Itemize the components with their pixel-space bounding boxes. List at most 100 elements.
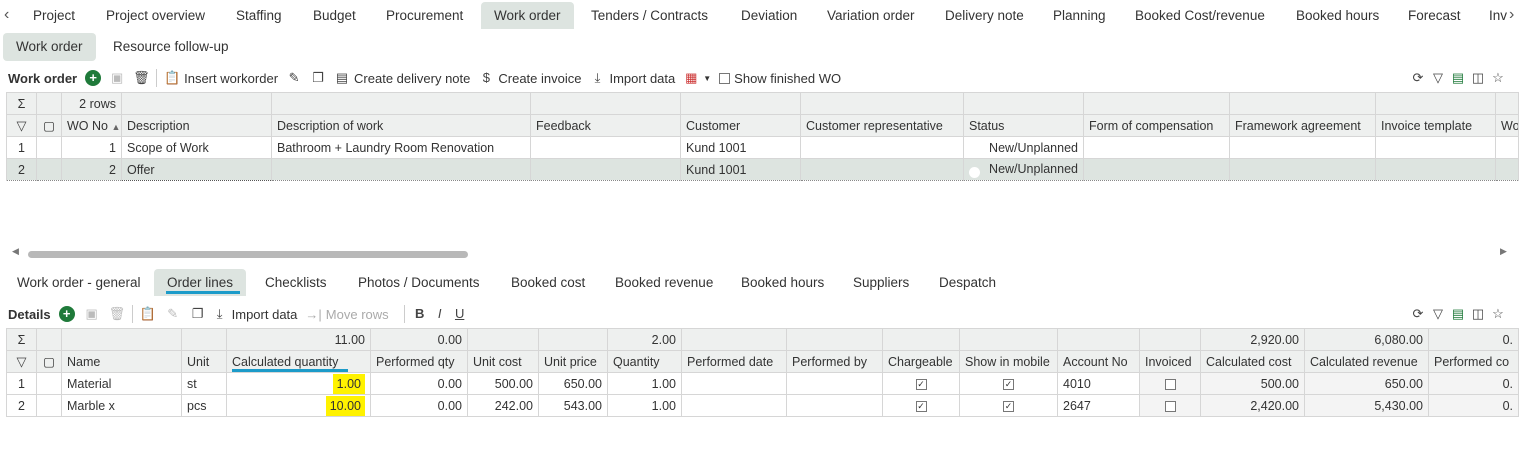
- cell-name[interactable]: Material: [61, 372, 182, 395]
- cell-performed-date[interactable]: [681, 372, 787, 395]
- cell-account-no[interactable]: 2647: [1057, 394, 1140, 417]
- tab-work-order[interactable]: Work order: [481, 2, 574, 29]
- column-header-performed-date[interactable]: Performed date: [681, 350, 787, 373]
- sum-icon[interactable]: Σ: [6, 92, 37, 115]
- copy-icon[interactable]: ❐: [310, 70, 326, 86]
- cell-feedback[interactable]: [530, 136, 681, 159]
- cell-performed-date[interactable]: [681, 394, 787, 417]
- cell-unit[interactable]: st: [181, 372, 227, 395]
- checkbox[interactable]: [719, 72, 731, 84]
- column-header-calculated-cost[interactable]: Calculated cost: [1200, 350, 1305, 373]
- tab-delivery-note[interactable]: Delivery note: [932, 2, 1037, 29]
- save-icon[interactable]: ▣: [109, 70, 125, 86]
- subtab-resource-follow-up[interactable]: Resource follow-up: [100, 33, 242, 61]
- filter-icon[interactable]: ▽: [1430, 306, 1446, 322]
- delete-icon[interactable]: 🗑: [133, 70, 150, 86]
- table-row[interactable]: 1 Material st 1.00 0.00 500.00 650.00 1.…: [6, 372, 1519, 395]
- scroll-right-icon[interactable]: ▶: [1500, 246, 1507, 257]
- table-row[interactable]: 1 1 Scope of Work Bathroom + Laundry Roo…: [6, 136, 1519, 159]
- tab-booked-hours[interactable]: Booked hours: [728, 269, 837, 296]
- column-header-quantity[interactable]: Quantity: [607, 350, 682, 373]
- column-header-unit[interactable]: Unit: [181, 350, 227, 373]
- refresh-icon[interactable]: ⟳: [1410, 306, 1426, 322]
- cell-calculated-quantity[interactable]: 1.00: [226, 372, 371, 395]
- subtab-work-order[interactable]: Work order: [3, 33, 96, 61]
- columns-icon[interactable]: ◫: [1470, 306, 1486, 322]
- cell-show-in-mobile[interactable]: ✓: [959, 372, 1058, 395]
- column-header-performed-qty[interactable]: Performed qty: [370, 350, 468, 373]
- column-header-chargeable[interactable]: Chargeable: [882, 350, 960, 373]
- column-header-wo-no[interactable]: WO No ▲: [61, 114, 122, 137]
- excel-icon[interactable]: ▤: [1450, 70, 1466, 86]
- tab-booked-revenue[interactable]: Booked revenue: [602, 269, 726, 296]
- tab-suppliers[interactable]: Suppliers: [840, 269, 922, 296]
- create-invoice-button[interactable]: $ Create invoice: [478, 70, 582, 86]
- delete-icon[interactable]: 🗑: [109, 306, 126, 322]
- star-icon[interactable]: ☆: [1490, 306, 1506, 322]
- cell-unit-cost[interactable]: 500.00: [467, 372, 539, 395]
- tab-project[interactable]: Project: [20, 2, 88, 29]
- column-header-form-of-compensation[interactable]: Form of compensation: [1083, 114, 1230, 137]
- cell-status[interactable]: New/Unplanned: [963, 136, 1084, 159]
- note-icon[interactable]: ▢: [36, 114, 62, 137]
- horizontal-scrollbar[interactable]: ◀ ▶: [12, 246, 1512, 259]
- cell-unit-price[interactable]: 543.00: [538, 394, 608, 417]
- save-icon[interactable]: ▣: [84, 306, 100, 322]
- cell-unit[interactable]: pcs: [181, 394, 227, 417]
- tab-photos-documents[interactable]: Photos / Documents: [345, 269, 493, 296]
- cell-wo-no[interactable]: 2: [61, 158, 122, 181]
- cell-quantity[interactable]: 1.00: [607, 372, 682, 395]
- cell-customer[interactable]: Kund 1001: [680, 158, 801, 181]
- filter-icon[interactable]: ▽: [6, 114, 37, 137]
- cell-customer-representative[interactable]: [800, 158, 964, 181]
- tab-tenders-contracts[interactable]: Tenders / Contracts: [578, 2, 721, 29]
- tab-procurement[interactable]: Procurement: [373, 2, 476, 29]
- filter-icon[interactable]: ▽: [1430, 70, 1446, 86]
- tab-project-overview[interactable]: Project overview: [93, 2, 218, 29]
- underline-icon[interactable]: U: [452, 306, 468, 322]
- columns-icon[interactable]: ◫: [1470, 70, 1486, 86]
- import-data-button[interactable]: ⤓ Import data: [212, 306, 298, 322]
- cell-chargeable[interactable]: ✓: [882, 372, 960, 395]
- cell-account-no[interactable]: 4010: [1057, 372, 1140, 395]
- sum-icon[interactable]: Σ: [6, 328, 37, 351]
- cell-quantity[interactable]: 1.00: [607, 394, 682, 417]
- column-header-name[interactable]: Name: [61, 350, 182, 373]
- checkbox-checked[interactable]: ✓: [1003, 400, 1014, 412]
- refresh-icon[interactable]: ⟳: [1410, 70, 1426, 86]
- column-header-customer-representative[interactable]: Customer representative: [800, 114, 964, 137]
- tab-variation-order[interactable]: Variation order: [814, 2, 928, 29]
- cell-wo-no[interactable]: 1: [61, 136, 122, 159]
- star-icon[interactable]: ☆: [1490, 70, 1506, 86]
- paste-icon[interactable]: 📋: [140, 306, 156, 322]
- checkbox-checked[interactable]: ✓: [1003, 378, 1014, 390]
- cell-description[interactable]: Scope of Work: [121, 136, 272, 159]
- column-header-show-in-mobile[interactable]: Show in mobile: [959, 350, 1058, 373]
- cell-customer[interactable]: Kund 1001: [680, 136, 801, 159]
- column-header-calculated-quantity[interactable]: Calculated quantity: [226, 350, 371, 373]
- column-header-framework-agreement[interactable]: Framework agreement: [1229, 114, 1376, 137]
- create-delivery-note-button[interactable]: ▤ Create delivery note: [334, 70, 471, 86]
- column-header-performed-cost[interactable]: Performed co: [1428, 350, 1519, 373]
- import-data-button[interactable]: ⤓ Import data: [589, 70, 676, 86]
- column-header-unit-price[interactable]: Unit price: [538, 350, 608, 373]
- tab-deviation[interactable]: Deviation: [728, 2, 810, 29]
- column-header-customer[interactable]: Customer: [680, 114, 801, 137]
- cell-performed-qty[interactable]: 0.00: [370, 394, 468, 417]
- tab-booked-cost-revenue[interactable]: Booked Cost/revenue: [1122, 2, 1278, 29]
- tab-staffing[interactable]: Staffing: [223, 2, 295, 29]
- bold-icon[interactable]: B: [412, 306, 428, 322]
- tab-budget[interactable]: Budget: [300, 2, 369, 29]
- edit-icon[interactable]: ✎: [165, 306, 181, 322]
- tab-booked-cost[interactable]: Booked cost: [498, 269, 598, 296]
- italic-icon[interactable]: I: [432, 306, 448, 322]
- cell-feedback[interactable]: [530, 158, 681, 181]
- column-header-account-no[interactable]: Account No: [1057, 350, 1140, 373]
- add-icon[interactable]: +: [85, 70, 102, 86]
- table-row[interactable]: 2 Marble x pcs 10.00 0.00 242.00 543.00 …: [6, 394, 1519, 417]
- column-header-status[interactable]: Status: [963, 114, 1084, 137]
- tab-planning[interactable]: Planning: [1040, 2, 1119, 29]
- tab-work-order-general[interactable]: Work order - general: [4, 269, 154, 296]
- cell-description[interactable]: Offer: [121, 158, 272, 181]
- cell-unit-cost[interactable]: 242.00: [467, 394, 539, 417]
